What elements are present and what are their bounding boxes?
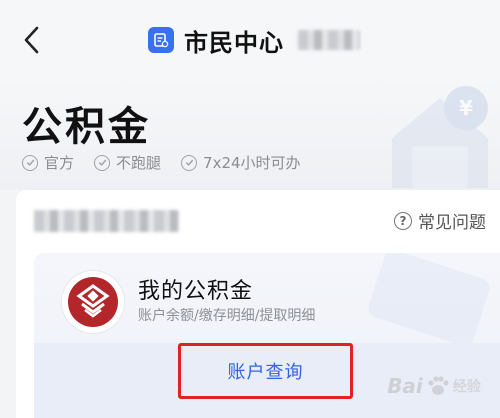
product-name: 我的公积金 — [138, 279, 254, 304]
background-decoration — [368, 253, 490, 343]
tag-item: 7x24小时可办 — [181, 152, 301, 173]
nav-title-group: 市民中心 — [148, 24, 360, 57]
feature-tags: 官方 不跑腿 7x24小时可办 — [22, 152, 301, 173]
house-yuan-decoration-icon: ¥ — [392, 86, 488, 188]
check-circle-icon — [181, 154, 198, 171]
nav-title: 市民中心 — [184, 28, 284, 57]
question-circle-icon: ? — [394, 211, 412, 230]
redacted-text — [34, 210, 179, 232]
faq-link[interactable]: ? 常见问题 — [394, 208, 486, 233]
watermark-suffix: 经验 — [452, 379, 481, 395]
housing-fund-logo — [62, 271, 124, 333]
chevron-left-icon — [24, 26, 39, 54]
page-title: 公积金 — [22, 104, 151, 150]
svg-text:¥: ¥ — [459, 96, 473, 120]
check-circle-icon — [94, 154, 111, 171]
product-description: 账户余额/缴存明细/提取明细 — [138, 308, 316, 324]
paw-logo-icon — [428, 376, 449, 395]
check-circle-icon — [22, 154, 38, 171]
redacted-text — [298, 30, 360, 50]
tag-label: 不跑腿 — [116, 154, 162, 172]
tag-label: 官方 — [44, 154, 75, 172]
faq-label: 常见问题 — [418, 213, 486, 233]
tag-label: 7x24小时可办 — [203, 154, 301, 172]
tag-item: 不跑腿 — [94, 152, 161, 173]
tag-item: 官方 — [22, 152, 74, 173]
top-nav-bar: 市民中心 — [0, 0, 500, 78]
account-query-button[interactable]: 账户查询 — [178, 343, 353, 399]
doc-badge-icon — [148, 27, 174, 53]
back-button[interactable] — [14, 20, 50, 60]
hero-section: 公积金 官方 不跑腿 7x24小时可办 ¥ — [0, 78, 500, 190]
baidu-jingyan-watermark: Bai 经验 — [370, 358, 498, 414]
watermark-text: Bai — [387, 374, 423, 398]
